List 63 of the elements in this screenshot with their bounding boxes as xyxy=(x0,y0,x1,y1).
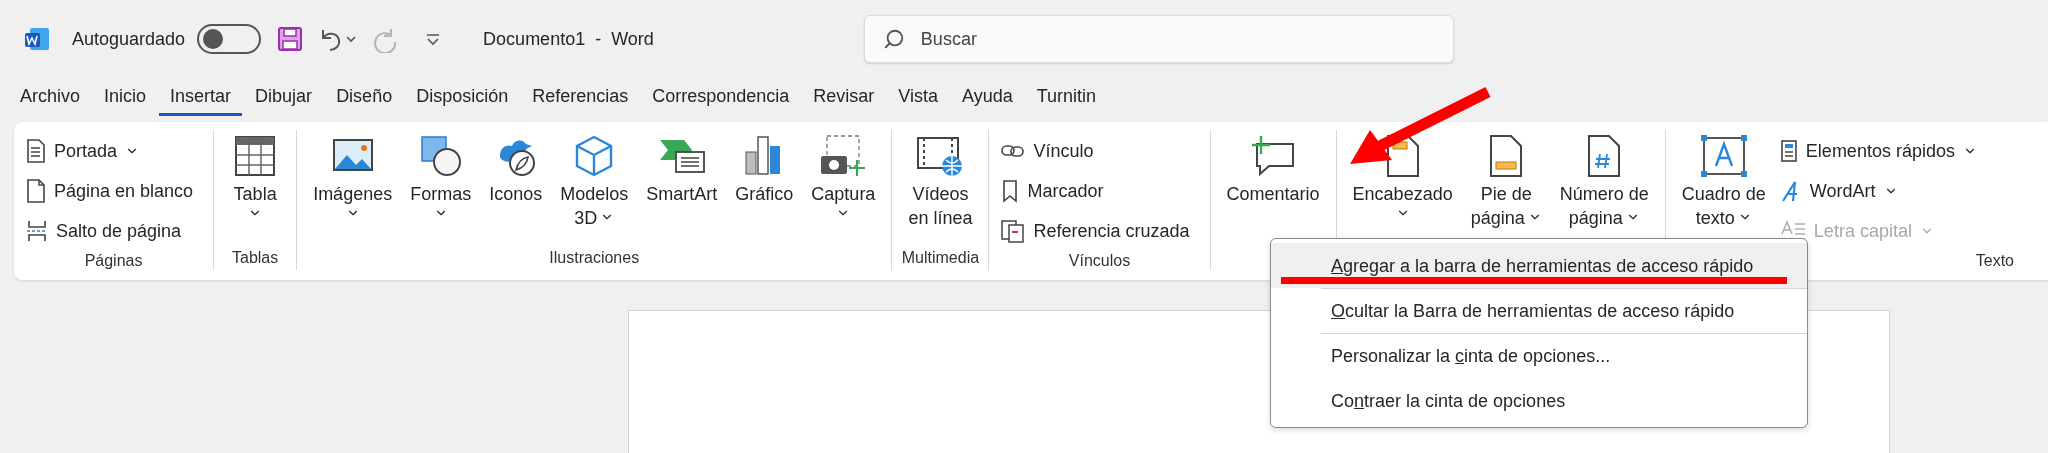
menu-item[interactable]: Personalizar la cinta de opciones... xyxy=(1321,333,1807,378)
group-label: Texto xyxy=(1975,252,2014,270)
ribbon-tab[interactable]: Revisar xyxy=(802,78,886,116)
ribbon-tab[interactable]: Insertar xyxy=(159,78,243,116)
ribbon-button[interactable]: Gráfico xyxy=(727,130,802,210)
ribbon-button[interactable]: Página en blanco xyxy=(26,172,202,210)
ribbon-button[interactable]: Iconos xyxy=(481,130,551,210)
ribbon-button[interactable]: Pie de página xyxy=(1462,130,1550,234)
ribbon-tab[interactable]: Archivo xyxy=(9,78,92,116)
ribbon-button[interactable]: SmartArt xyxy=(638,130,726,210)
autosave-label: Autoguardado xyxy=(72,28,186,50)
ribbon-button[interactable]: Encabezado xyxy=(1344,130,1461,224)
ribbon-button[interactable]: Número de página xyxy=(1551,130,1657,234)
screenshot-icon xyxy=(819,134,868,178)
save-icon[interactable] xyxy=(277,26,304,52)
search-icon xyxy=(882,28,905,50)
ribbon-button[interactable]: Comentario xyxy=(1218,130,1328,210)
blank-page-icon xyxy=(26,179,46,203)
word-logo-icon xyxy=(24,26,50,52)
ribbon-button[interactable]: Captura xyxy=(803,130,884,224)
ribbon-button[interactable]: Vídeos en línea xyxy=(900,130,981,234)
search-box[interactable]: Buscar xyxy=(863,15,1454,63)
link-icon xyxy=(1001,142,1026,160)
video-icon xyxy=(916,134,965,178)
group-label: Ilustraciones xyxy=(549,248,640,268)
group-label: Vínculos xyxy=(1068,252,1131,270)
ribbon-button[interactable]: Modelos 3D xyxy=(552,130,637,234)
ribbon-button[interactable]: Elementos rápidos xyxy=(1779,132,1985,170)
menu-item[interactable]: Ocultar la Barra de herramientas de acceso rápido xyxy=(1321,288,1807,333)
ribbon-button[interactable]: Cuadro de texto xyxy=(1673,130,1774,234)
ribbon-tab[interactable]: Vista xyxy=(887,78,950,116)
ribbon-tab[interactable]: Turnitin xyxy=(1025,78,1108,116)
ribbon-button[interactable]: Salto de página xyxy=(26,212,202,250)
ribbon-button[interactable]: Referencia cruzada xyxy=(1001,212,1198,250)
search-field[interactable]: Buscar xyxy=(918,27,1323,51)
ribbon-button[interactable]: WordArt xyxy=(1779,172,1985,210)
ribbon-button[interactable]: Vínculo xyxy=(1001,132,1198,170)
ribbon-tab[interactable]: Referencias xyxy=(521,78,640,116)
ribbon-tab[interactable]: Correspondencia xyxy=(641,78,801,116)
ribbon-tab[interactable]: Ayuda xyxy=(951,78,1024,116)
ribbon-button[interactable]: Portada xyxy=(26,132,202,170)
page-icon xyxy=(26,139,46,163)
ribbon-button[interactable]: Tabla xyxy=(222,130,289,224)
cross-reference-icon xyxy=(1001,219,1026,243)
menu-item[interactable]: Contraer la cinta de opciones xyxy=(1271,378,1807,423)
ribbon-button[interactable]: Imágenes xyxy=(305,130,401,224)
table-icon xyxy=(233,134,278,178)
ribbon-button[interactable]: Marcador xyxy=(1001,172,1198,210)
text-box-icon xyxy=(1699,134,1748,178)
ribbon-button[interactable]: Formas xyxy=(402,130,480,224)
group-label: Páginas xyxy=(84,252,143,270)
document-title: Documento1 - Word xyxy=(483,28,654,50)
autosave-toggle[interactable] xyxy=(197,24,262,54)
group-label: Tablas xyxy=(232,248,279,268)
bookmark-icon xyxy=(1001,179,1020,203)
ribbon-tab[interactable]: Disposición xyxy=(405,78,520,116)
ribbon-tab[interactable]: Diseño xyxy=(325,78,404,116)
ribbon-tab[interactable]: Dibujar xyxy=(244,78,324,116)
page-break-icon xyxy=(26,220,48,242)
group-label: Multimedia xyxy=(901,248,980,268)
quick-parts-icon xyxy=(1779,139,1798,163)
shapes-icon xyxy=(418,134,463,178)
ribbon-tab[interactable]: Inicio xyxy=(93,78,158,116)
